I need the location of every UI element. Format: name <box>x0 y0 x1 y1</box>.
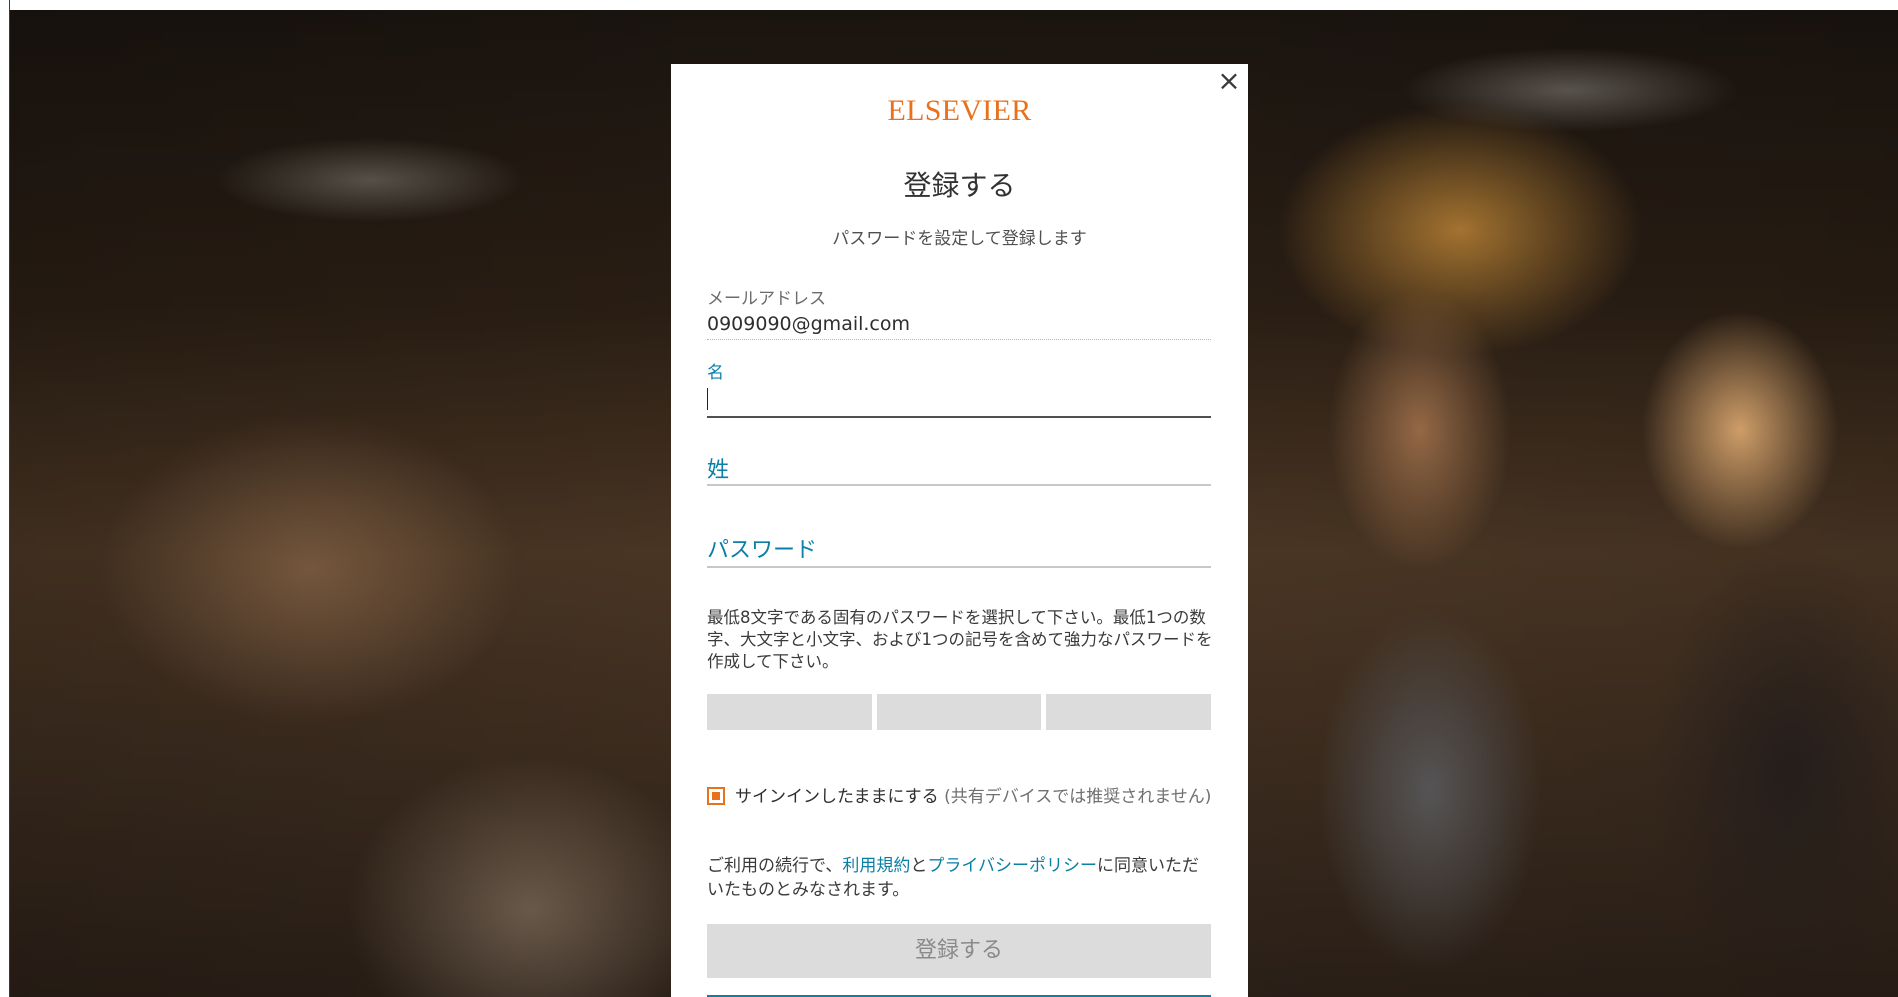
close-icon: × <box>1217 64 1241 97</box>
remember-me-text: サインインしたままにする <box>735 787 939 807</box>
dialog-subtitle: パスワードを設定して登録します <box>832 229 1087 249</box>
password-help-text: 最低8文字である固有のパスワードを選択して下さい。最低1つの数字、大文字と小文字… <box>707 608 1213 671</box>
password-field[interactable]: パスワード <box>707 526 1211 568</box>
strength-segment <box>707 694 872 730</box>
dialog-title: 登録する <box>903 169 1016 202</box>
last-name-field[interactable]: 姓 <box>707 446 1211 486</box>
terms-of-use-link[interactable]: 利用規約 <box>842 856 910 876</box>
elsevier-logo: ELSEVIER <box>887 94 1032 127</box>
checkbox-checked-mark <box>712 792 720 800</box>
strength-segment <box>1046 694 1212 730</box>
password-label: パスワード <box>707 538 818 563</box>
terms-prefix: ご利用の続行で、 <box>707 856 843 876</box>
registration-dialog: × ELSEVIER 登録する パスワードを設定して登録します メールアドレス … <box>671 64 1248 997</box>
remember-me-note: (共有デバイスでは推奨されません) <box>944 787 1212 807</box>
last-name-label: 姓 <box>707 458 730 483</box>
top-strip <box>0 0 1898 10</box>
strength-segment <box>876 694 1042 730</box>
close-button[interactable]: × <box>1216 67 1242 95</box>
email-field: メールアドレス 0909090@gmail.com <box>707 284 1211 340</box>
password-strength-meter <box>707 694 1212 730</box>
remember-me-row: サインインしたままにする (共有デバイスでは推奨されません) <box>707 784 1213 810</box>
email-value: 0909090@gmail.com <box>707 313 911 335</box>
remember-me-label[interactable]: サインインしたままにする (共有デバイスでは推奨されません) <box>735 784 1211 810</box>
terms-and: と <box>910 856 928 876</box>
left-strip <box>0 0 10 997</box>
terms-notice: ご利用の続行で、利用規約とプライバシーポリシーに同意いただいたものとみなされます… <box>707 854 1215 902</box>
email-label: メールアドレス <box>707 289 826 309</box>
register-button[interactable]: 登録する <box>707 924 1211 978</box>
page: × ELSEVIER 登録する パスワードを設定して登録します メールアドレス … <box>0 0 1898 997</box>
privacy-policy-link[interactable]: プライバシーポリシー <box>927 856 1097 876</box>
first-name-field[interactable]: 名 <box>707 358 1211 418</box>
first-name-label: 名 <box>707 363 724 383</box>
remember-me-checkbox[interactable] <box>707 787 725 805</box>
text-caret <box>707 388 708 410</box>
